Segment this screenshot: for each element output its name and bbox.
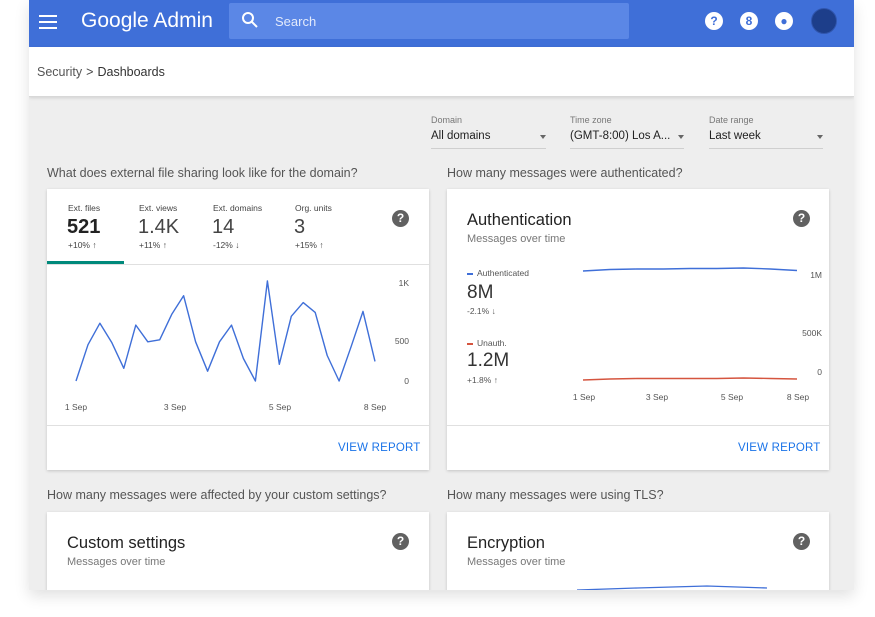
search-bar[interactable] <box>229 3 629 39</box>
x-tick-label: 5 Sep <box>721 392 743 402</box>
unauthenticated-series-line <box>582 377 798 381</box>
y-tick-label: 500K <box>802 328 822 338</box>
card-title: Encryption <box>467 534 545 552</box>
date-range-filter[interactable]: Date range Last week <box>709 115 823 149</box>
legend-swatch <box>467 272 473 275</box>
avatar[interactable] <box>811 8 837 34</box>
tab-value: 14 <box>212 216 235 238</box>
tab-ext-files[interactable]: Ext. files 521 +10% ↑ <box>47 189 124 264</box>
dropdown-arrow-icon <box>540 135 546 139</box>
x-tick-label: 1 Sep <box>65 402 87 412</box>
tab-value: 3 <box>294 216 306 238</box>
breadcrumb-bar: Security > Dashboards <box>29 47 854 97</box>
view-report-button[interactable]: VIEW REPORT <box>338 442 421 454</box>
authenticated-series-line <box>582 267 798 272</box>
notifications-icon[interactable]: ● <box>775 12 793 30</box>
legend-swatch <box>467 342 473 345</box>
breadcrumb-security[interactable]: Security <box>37 65 82 79</box>
file-sharing-question: What does external file sharing look lik… <box>47 166 358 180</box>
y-tick-label: 0 <box>404 376 409 386</box>
view-report-button[interactable]: VIEW REPORT <box>738 442 821 454</box>
file-sharing-card: Ext. files 521 +10% ↑ Ext. views 1.4K +1… <box>47 189 429 470</box>
authenticated-value: 8M <box>467 282 494 303</box>
unauthenticated-value: 1.2M <box>467 350 510 371</box>
x-tick-label: 8 Sep <box>364 402 386 412</box>
y-tick-label: 500 <box>395 336 409 346</box>
help-icon[interactable]: ? <box>793 210 810 227</box>
card-subtitle: Messages over time <box>67 556 166 568</box>
y-tick-label: 0 <box>817 367 822 377</box>
ext-files-series-line <box>75 280 376 382</box>
card-divider <box>47 425 429 426</box>
legend-unauthenticated: Unauth. <box>467 338 507 348</box>
authentication-chart: 1M 500K 0 1 Sep 3 Sep 5 Sep 8 Sep <box>573 267 822 402</box>
x-tick-label: 8 Sep <box>787 392 809 402</box>
tab-ext-views[interactable]: Ext. views 1.4K +11% ↑ <box>124 189 204 264</box>
search-icon <box>242 12 258 28</box>
authenticated-change: -2.1% ↓ <box>467 306 496 316</box>
encryption-card: Encryption Messages over time ? <box>447 512 829 590</box>
unauthenticated-change: +1.8% ↑ <box>467 375 498 385</box>
x-tick-label: 3 Sep <box>164 402 186 412</box>
x-tick-label: 3 Sep <box>646 392 668 402</box>
tab-label: Ext. files <box>68 203 101 213</box>
card-title: Custom settings <box>67 534 186 552</box>
tab-change: +15% ↑ <box>295 240 324 250</box>
help-icon[interactable]: ? <box>793 533 810 550</box>
domain-value: All domains <box>431 130 491 142</box>
help-icon[interactable]: ? <box>705 12 723 30</box>
authentication-question: How many messages were authenticated? <box>447 166 683 180</box>
tab-label: Ext. domains <box>213 203 263 213</box>
y-tick-label: 1K <box>399 278 410 288</box>
x-tick-label: 5 Sep <box>269 402 291 412</box>
encryption-question: How many messages were using TLS? <box>447 488 664 502</box>
menu-icon[interactable] <box>38 12 58 32</box>
tab-change: +10% ↑ <box>68 240 97 250</box>
tab-value: 1.4K <box>138 216 180 238</box>
timezone-filter[interactable]: Time zone (GMT-8:00) Los A... <box>570 115 684 149</box>
tab-value: 521 <box>67 216 101 238</box>
app-title[interactable]: Google Admin <box>81 9 213 33</box>
tab-change: +11% ↑ <box>139 240 167 250</box>
card-subtitle: Messages over time <box>467 556 566 568</box>
admin-window: Google Admin ? 8 ● Security >Dashboards D… <box>29 0 854 590</box>
legend-authenticated: Authenticated <box>467 268 529 278</box>
domain-filter[interactable]: Domain All domains <box>431 115 546 149</box>
timezone-label: Time zone <box>570 115 612 125</box>
dropdown-arrow-icon <box>678 135 684 139</box>
date-range-label: Date range <box>709 115 754 125</box>
search-input[interactable] <box>273 11 603 31</box>
dropdown-arrow-icon <box>817 135 823 139</box>
help-icon[interactable]: ? <box>392 533 409 550</box>
custom-settings-card: Custom settings Messages over time ? <box>47 512 429 590</box>
tab-org-units[interactable]: Org. units 3 +15% ↑ <box>289 189 369 264</box>
breadcrumb-separator: > <box>86 65 94 79</box>
timezone-value: (GMT-8:00) Los A... <box>570 130 671 142</box>
card-subtitle: Messages over time <box>467 233 566 245</box>
card-title: Authentication <box>467 211 572 229</box>
tab-label: Org. units <box>295 203 332 213</box>
tab-ext-domains[interactable]: Ext. domains 14 -12% ↓ <box>204 189 289 264</box>
breadcrumb: Security > Dashboards <box>37 65 165 79</box>
y-tick-label: 1M <box>810 270 822 280</box>
authentication-card: Authentication Messages over time ? Auth… <box>447 189 829 470</box>
top-app-bar: Google Admin ? 8 ● <box>29 0 854 47</box>
tab-change: -12% ↓ <box>213 240 240 250</box>
tab-label: Ext. views <box>139 203 178 213</box>
breadcrumb-dashboards: Dashboards <box>97 65 165 79</box>
date-range-value: Last week <box>709 130 761 142</box>
card-divider <box>447 425 829 426</box>
ext-files-chart: 1K 500 0 1 Sep 3 Sep 5 Sep 8 Sep <box>65 278 410 412</box>
apps-icon[interactable]: 8 <box>740 12 758 30</box>
x-tick-label: 1 Sep <box>573 392 595 402</box>
help-icon[interactable]: ? <box>392 210 409 227</box>
custom-settings-question: How many messages were affected by your … <box>47 488 387 502</box>
domain-label: Domain <box>431 115 463 125</box>
encryption-chart-line <box>577 585 768 590</box>
